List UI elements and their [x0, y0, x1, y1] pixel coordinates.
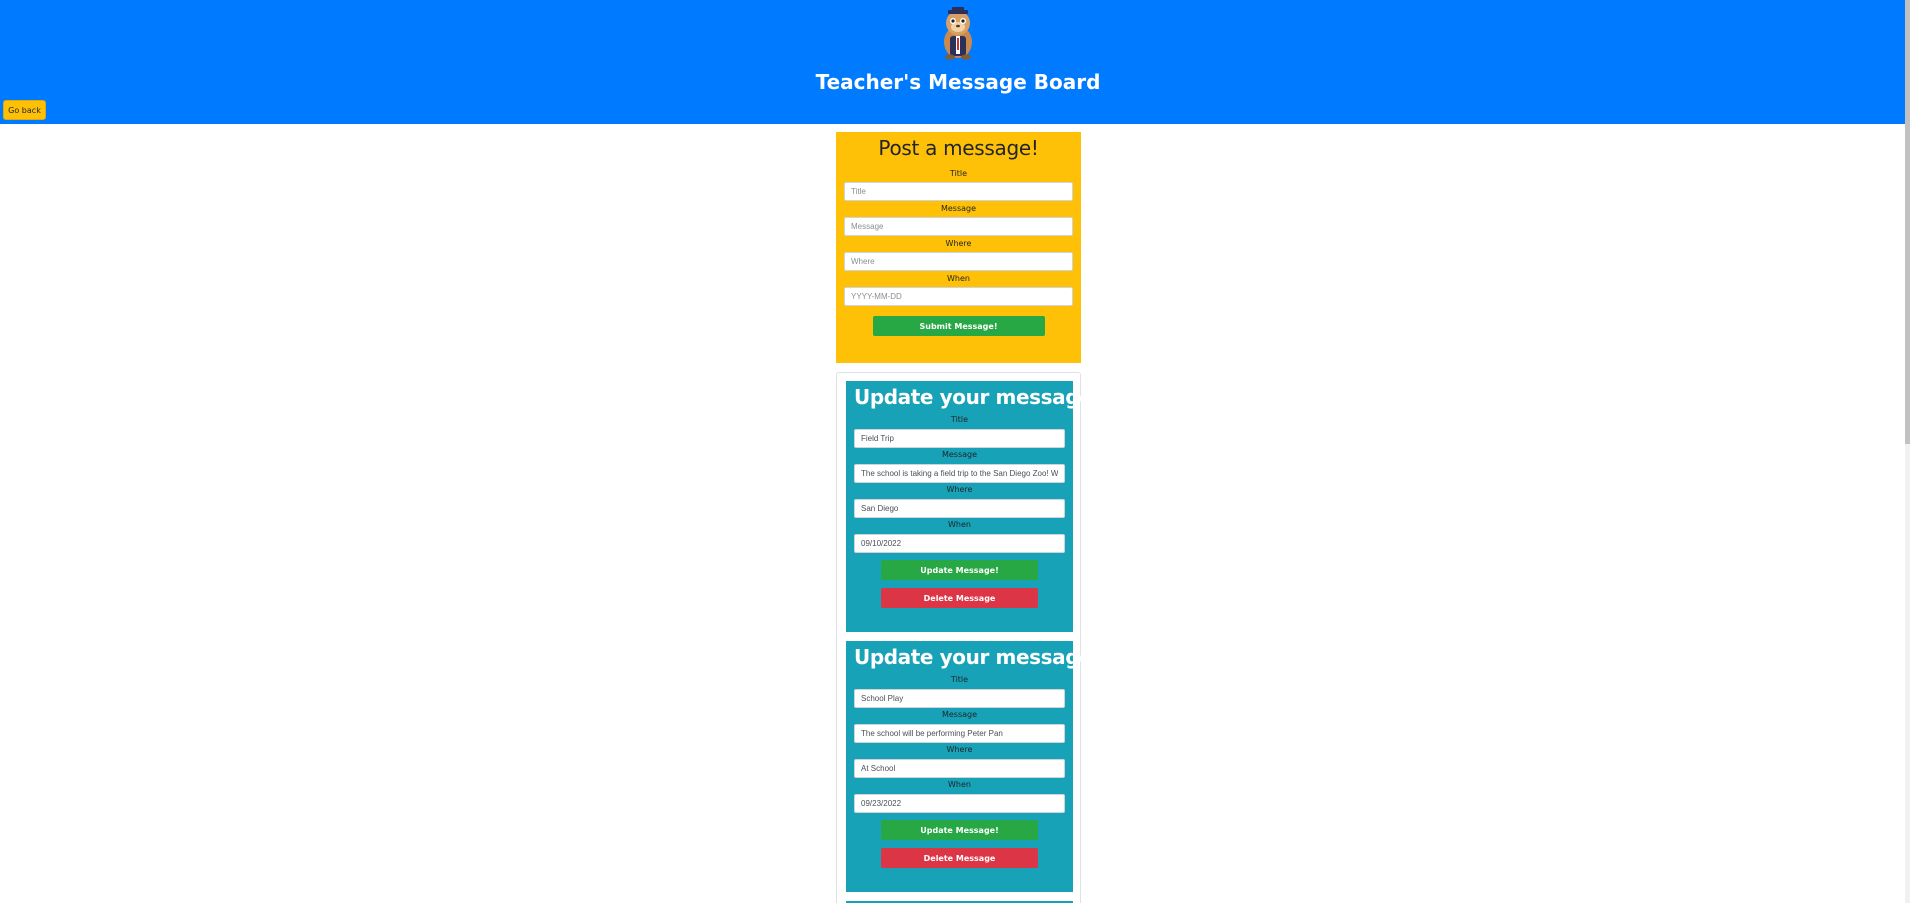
- message-input[interactable]: [844, 217, 1073, 236]
- message-input[interactable]: [854, 464, 1065, 483]
- title-label: Title: [949, 169, 968, 178]
- message-input[interactable]: [854, 724, 1065, 743]
- submit-message-button[interactable]: Submit Message!: [872, 316, 1045, 336]
- update-message-card: Update your messages! Title Message Wher…: [846, 641, 1113, 892]
- post-form-heading: Post a message!: [878, 136, 1039, 160]
- where-label: Where: [946, 745, 973, 754]
- when-label: When: [948, 780, 971, 789]
- where-input[interactable]: [854, 499, 1065, 518]
- title-input[interactable]: [844, 182, 1073, 201]
- message-label: Message: [940, 204, 977, 213]
- update-message-button[interactable]: Update Message!: [881, 560, 1038, 580]
- delete-message-button[interactable]: Delete Message: [881, 848, 1038, 868]
- update-card-heading: Update your messages!: [854, 645, 1113, 669]
- page-header: Teacher's Message Board: [0, 0, 1905, 124]
- page-scrollbar[interactable]: [1905, 0, 1910, 903]
- title-label: Title: [950, 675, 969, 684]
- update-message-card: Update your messages! Title Message Wher…: [846, 381, 1113, 632]
- go-back-button[interactable]: Go back: [3, 100, 46, 120]
- where-input[interactable]: [854, 759, 1065, 778]
- when-input[interactable]: [844, 287, 1073, 306]
- post-message-form: Post a message! Title Message Where When…: [836, 132, 1081, 363]
- when-label: When: [948, 520, 971, 529]
- update-card-heading: Update your messages!: [854, 385, 1113, 409]
- delete-message-button[interactable]: Delete Message: [881, 588, 1038, 608]
- message-label: Message: [941, 450, 978, 459]
- where-input[interactable]: [844, 252, 1073, 271]
- title-label: Title: [950, 415, 969, 424]
- where-label: Where: [946, 485, 973, 494]
- title-input[interactable]: [854, 689, 1065, 708]
- title-input[interactable]: [854, 429, 1065, 448]
- when-input[interactable]: [854, 534, 1065, 553]
- page-title: Teacher's Message Board: [815, 70, 1101, 94]
- messages-list[interactable]: Update your messages! Title Message Wher…: [836, 372, 1113, 903]
- when-input[interactable]: [854, 794, 1065, 813]
- when-label: When: [947, 274, 970, 283]
- owl-mascot-icon: [944, 7, 972, 60]
- where-label: Where: [945, 239, 972, 248]
- update-message-button[interactable]: Update Message!: [881, 820, 1038, 840]
- scrollbar-thumb[interactable]: [1905, 0, 1910, 444]
- message-label: Message: [941, 710, 978, 719]
